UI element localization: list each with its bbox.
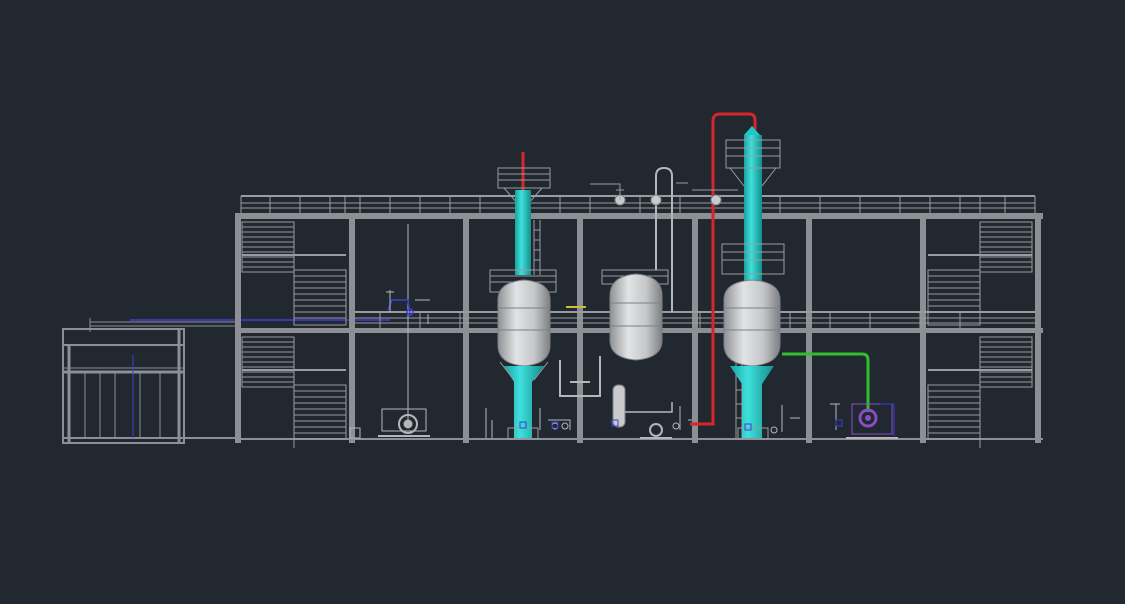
reactor-vessel-icon (723, 279, 781, 367)
reactor-1-column-upper (515, 190, 531, 275)
left-staircase (241, 221, 347, 448)
cad-drawing-canvas (0, 0, 1125, 604)
centrifugal-pump-icon (846, 403, 898, 439)
left-annex-frame (62, 318, 240, 444)
column-tower-upper (744, 135, 762, 285)
right-staircase (927, 221, 1033, 448)
plant-elevation-drawing (62, 112, 1043, 448)
reactor-1-column-lower (504, 366, 544, 438)
reactor-vessel-icon (609, 273, 663, 361)
centrifugal-pump-icon (640, 423, 672, 439)
bottom-valve-clusters (485, 403, 840, 438)
blue-valve-cluster (387, 299, 414, 317)
reactor-3-assembly (690, 112, 785, 440)
top-deck-handrail (240, 195, 1036, 213)
column-tower-lower (730, 366, 774, 438)
green-process-line (782, 352, 870, 412)
reactor-vessel-icon (497, 279, 551, 367)
